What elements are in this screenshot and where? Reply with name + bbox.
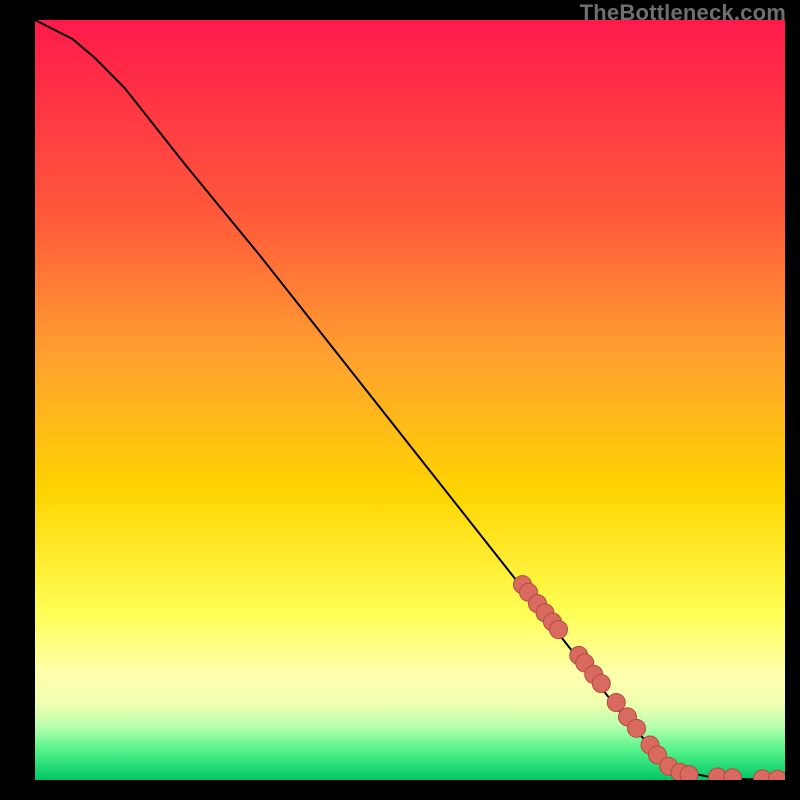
bottleneck-curve (35, 20, 785, 779)
plot-layer (35, 20, 785, 780)
data-marker (628, 719, 646, 737)
data-marker (680, 766, 698, 780)
plot-area (35, 20, 785, 780)
marker-group (514, 576, 786, 780)
data-marker (550, 621, 568, 639)
data-marker (769, 770, 786, 780)
data-marker (724, 769, 742, 780)
chart-frame: TheBottleneck.com (0, 0, 800, 800)
data-marker (592, 674, 610, 692)
watermark-text: TheBottleneck.com (580, 0, 786, 26)
data-marker (607, 693, 625, 711)
